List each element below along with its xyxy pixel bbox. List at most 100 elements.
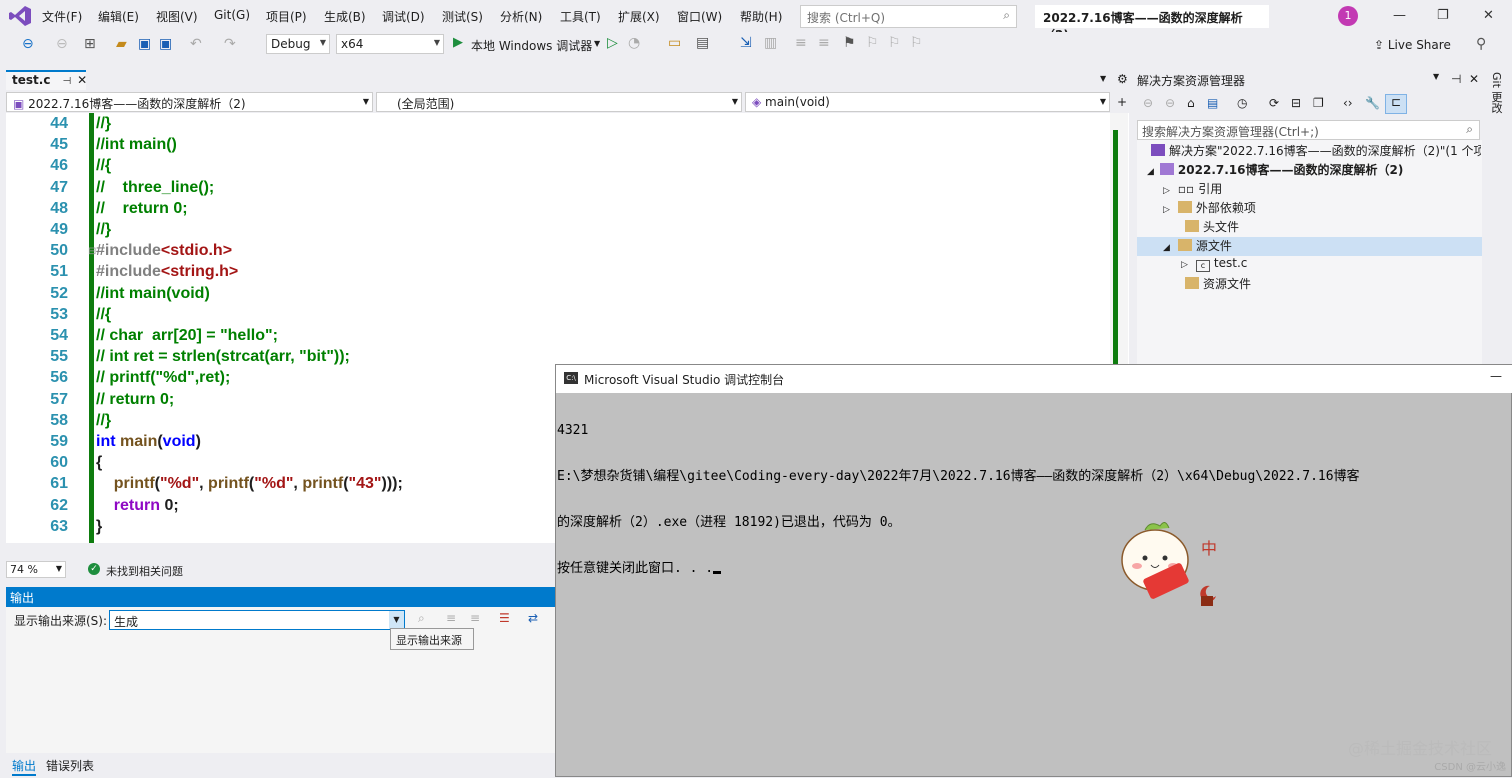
prev-bookmark-icon[interactable]: ⚐ [866,35,879,51]
code-line[interactable]: 53 //{ [6,306,1106,327]
pending-changes-icon[interactable]: ◷ [1237,96,1247,110]
prev-message-icon[interactable]: ≡ [446,611,456,625]
comment-icon[interactable]: ≡ [795,35,807,51]
tab-overflow-icon[interactable]: ▼ [1100,74,1106,83]
tree-item-resource-files[interactable]: 资源文件 [1185,275,1251,294]
format-icon[interactable]: ▥ [764,35,777,51]
visual-studio-logo-icon[interactable] [8,5,32,27]
step-icon[interactable]: ⇲ [740,35,752,51]
close-tab-icon[interactable]: ✕ [77,73,87,87]
start-without-debug-icon[interactable]: ▷ [607,35,618,51]
search-input[interactable]: 搜索 (Ctrl+Q) ⌕ [800,5,1017,28]
open-folder-icon[interactable]: ▰ [116,36,127,52]
project-node[interactable]: ◢ 2022.7.16博客——函数的深度解析（2) [1147,161,1477,180]
menu-item[interactable]: 生成(B) [324,8,366,25]
clear-bookmark-icon[interactable]: ⚐ [910,35,923,51]
tab-test-c[interactable]: test.c ⊣ ✕ [6,70,87,90]
git-changes-strip[interactable]: Git 更改 [1484,68,1512,368]
code-line[interactable]: 48 // return 0; [6,200,1106,221]
restore-icon[interactable]: ❐ [1437,8,1449,23]
zoom-select[interactable]: 74 % ▼ [6,561,66,578]
fold-icon[interactable]: ⊟ [88,246,96,257]
issues-status[interactable]: 未找到相关问题 [106,563,183,579]
close-panel-icon[interactable]: ✕ [1469,72,1479,86]
tree-item-external-deps[interactable]: ▷ 外部依赖项 [1163,199,1256,218]
redo-icon[interactable]: ↷ [224,36,236,52]
forward-icon[interactable]: ⊖ [56,36,68,52]
back-icon[interactable]: ⊖ [1143,96,1153,110]
tree-item-references[interactable]: ▷ ▫▫ 引用 [1163,180,1222,199]
code-line[interactable]: 45 //int main() [6,136,1106,157]
find-icon[interactable]: ⌕ [418,611,425,626]
code-line[interactable]: 51 #include<string.h> [6,263,1106,284]
undo-icon[interactable]: ↶ [190,36,202,52]
pin-icon[interactable]: ⊣ [62,76,71,87]
back-icon[interactable]: ⊖ [22,36,34,52]
code-line[interactable]: 54 // char arr[20] = "hello"; [6,327,1106,348]
scope-nav-select[interactable]: (全局范围) ▼ [376,92,742,112]
code-line[interactable]: 50 #include<stdio.h> ⊟ [6,242,1106,263]
menu-item[interactable]: Git(G) [214,8,250,22]
code-line[interactable]: 49 //} [6,221,1106,242]
platform-select[interactable]: x64 ▼ [336,34,444,54]
play-icon[interactable]: ▶ [453,35,463,50]
settings-icon[interactable]: ⚙ [1117,72,1128,86]
solution-root-node[interactable]: 解决方案"2022.7.16博客——函数的深度解析（2)"(1 个项 [1151,142,1481,161]
minimize-icon[interactable]: — [1490,369,1502,383]
split-icon[interactable]: + [1117,95,1127,109]
pin-icon[interactable]: ⊣ [1451,72,1461,86]
menu-item[interactable]: 帮助(H) [740,8,782,25]
properties-icon[interactable]: 🔧 [1365,96,1380,110]
menu-item[interactable]: 工具(T) [560,8,601,25]
output-source-select[interactable]: 生成 [109,610,405,630]
menu-item[interactable]: 项目(P) [266,8,307,25]
save-icon[interactable]: ▣ [138,36,151,52]
collapse-all-icon[interactable]: ⊟ [1291,96,1301,110]
menu-item[interactable]: 调试(D) [382,8,425,25]
live-share-button[interactable]: ⇪ Live Share [1374,38,1451,52]
uncomment-icon[interactable]: ≡ [818,35,830,51]
tree-item-test-c[interactable]: ▷ c test.c [1181,256,1247,275]
layout-icon[interactable]: ▤ [696,35,709,51]
code-line[interactable]: 52 //int main(void) [6,285,1106,306]
chevron-down-icon[interactable]: ▼ [389,611,404,629]
debug-console-window[interactable]: C:\ Microsoft Visual Studio 调试控制台 — 4321 E… [555,364,1512,777]
config-select[interactable]: Debug ▼ [266,34,330,54]
chevron-down-icon[interactable]: ▼ [1433,72,1439,81]
preview-selected-icon[interactable]: ⊏ [1385,94,1407,114]
menu-item[interactable]: 测试(S) [442,8,483,25]
hot-reload-icon[interactable]: ◔ [628,35,640,51]
menu-item[interactable]: 编辑(E) [98,8,139,25]
tab-error-list[interactable]: 错误列表 [46,757,94,774]
menu-item[interactable]: 分析(N) [500,8,542,25]
project-nav-select[interactable]: ▣ 2022.7.16博客——函数的深度解析（2) ▼ [6,92,373,112]
bookmark-icon[interactable]: ⚑ [843,35,856,51]
clear-all-icon[interactable]: ☰ [499,611,510,625]
show-all-files-icon[interactable]: ❐ [1313,96,1324,110]
next-message-icon[interactable]: ≡ [470,611,480,625]
switch-views-icon[interactable]: ▤ [1207,96,1218,110]
chevron-down-icon[interactable]: ▼ [594,39,600,48]
menu-item[interactable]: 视图(V) [156,8,198,25]
menu-item[interactable]: 扩展(X) [618,8,660,25]
menu-item[interactable]: 文件(F) [42,8,82,25]
code-view-icon[interactable]: ‹› [1343,96,1353,110]
tab-output[interactable]: 输出 [12,757,37,776]
tree-item-header-files[interactable]: 头文件 [1185,218,1239,237]
menu-item[interactable]: 窗口(W) [677,8,722,25]
new-item-icon[interactable]: ⊞ [84,36,96,52]
code-line[interactable]: 44 //} [6,115,1106,136]
next-bookmark-icon[interactable]: ⚐ [888,35,901,51]
sync-icon[interactable]: ⟳ [1269,96,1279,110]
forward-icon[interactable]: ⊖ [1165,96,1175,110]
code-line[interactable]: 47 // three_line(); [6,179,1106,200]
browse-icon[interactable]: ▭ [668,35,681,51]
account-icon[interactable]: ⚲ [1476,36,1486,52]
home-icon[interactable]: ⌂ [1187,96,1195,110]
minimize-icon[interactable]: — [1393,8,1406,23]
function-nav-select[interactable]: ◈ main(void) ▼ [745,92,1110,112]
notification-badge[interactable]: 1 [1338,6,1358,26]
solution-search-input[interactable]: 搜索解决方案资源管理器(Ctrl+;) ⌕ [1137,120,1480,140]
close-icon[interactable]: ✕ [1483,8,1494,23]
code-line[interactable]: 46 //{ [6,157,1106,178]
